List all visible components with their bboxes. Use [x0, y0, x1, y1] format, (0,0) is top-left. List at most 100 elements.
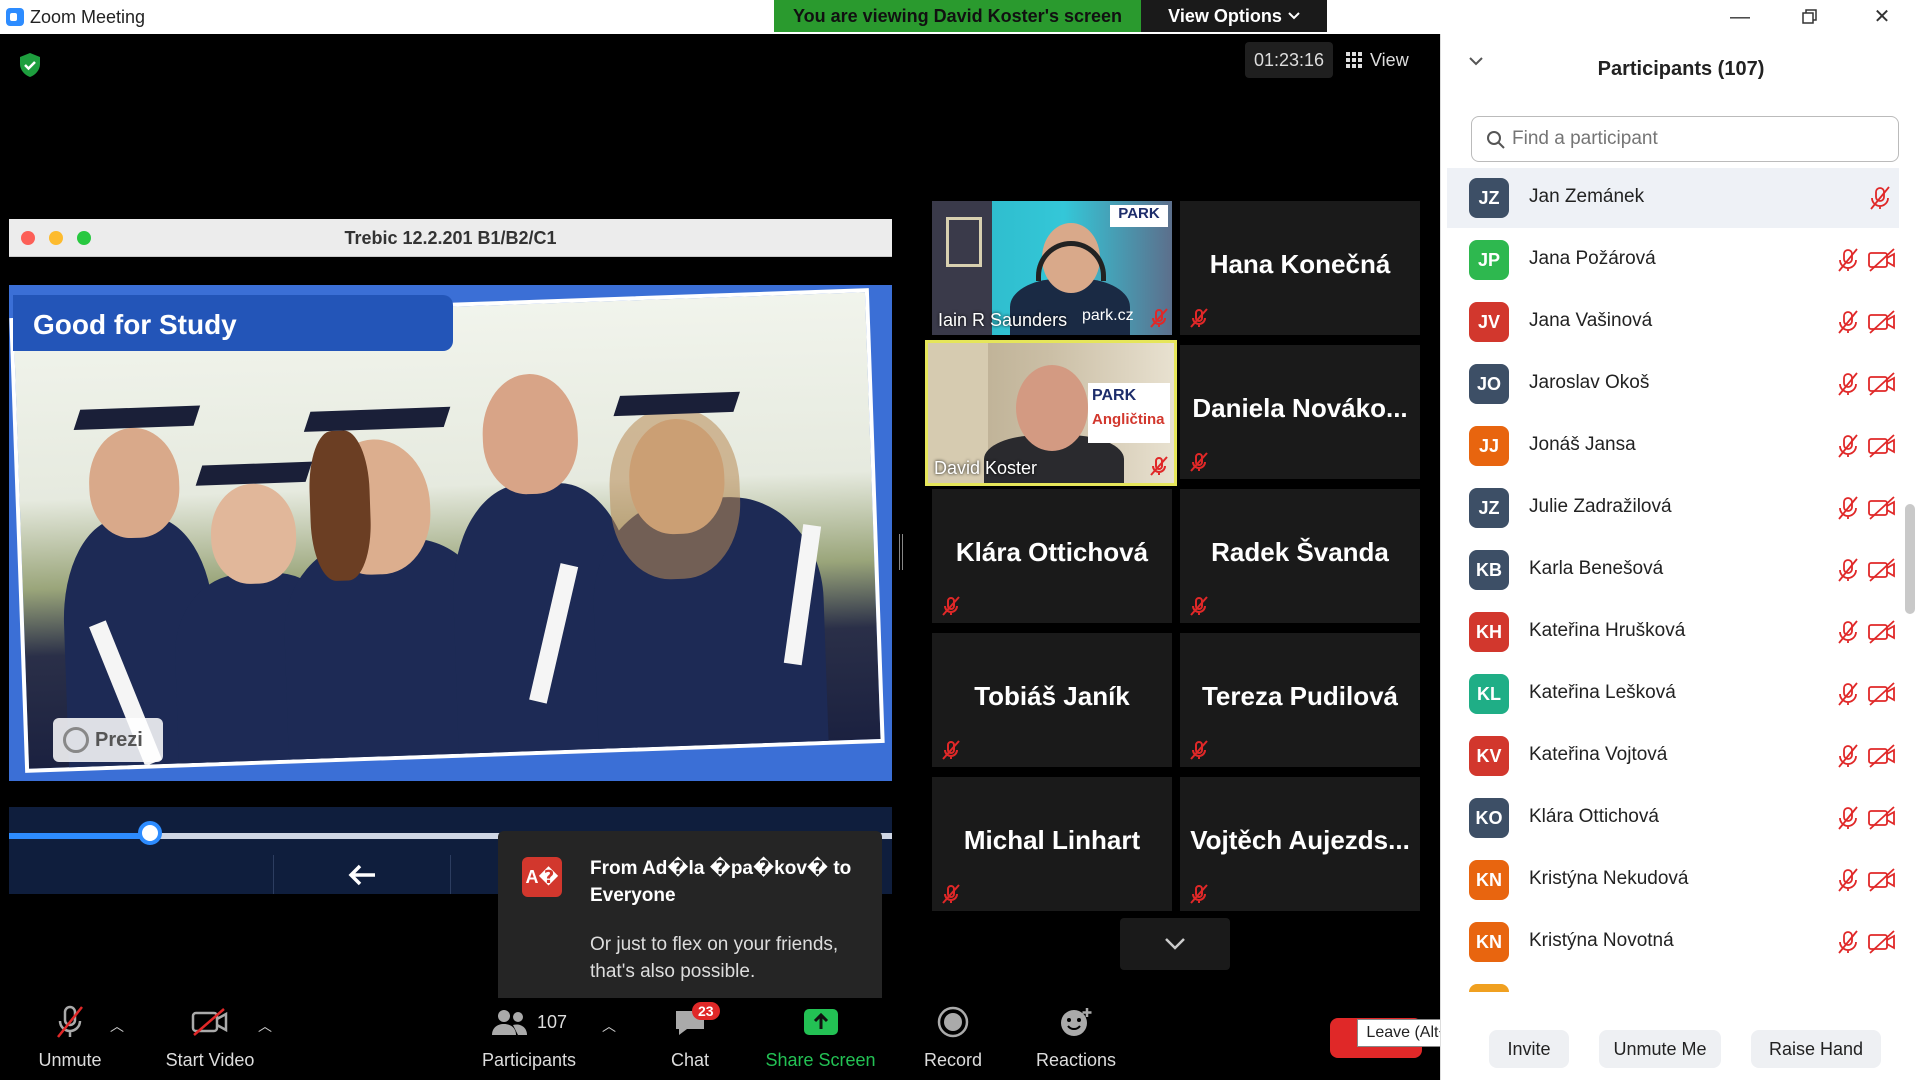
participant-tile[interactable]: Daniela Nováko... — [1180, 345, 1420, 479]
arrow-left-icon — [348, 864, 375, 885]
participant-name: Kristýna Novotná — [1529, 930, 1674, 951]
unmute-button[interactable]: Unmute — [30, 998, 110, 1080]
participant-row[interactable]: KL Kateřina Lešková — [1447, 664, 1899, 724]
participant-row[interactable]: KN Kristýna Novotná — [1447, 912, 1899, 972]
participant-name: Jana Požárová — [1529, 248, 1656, 269]
video-off-icon[interactable] — [1867, 806, 1897, 830]
video-off-icon[interactable] — [1867, 868, 1897, 892]
participant-row[interactable]: JJ Jonáš Jansa — [1447, 416, 1899, 476]
muted-mic-icon[interactable] — [1835, 247, 1861, 273]
participant-row[interactable]: KB Karla Benešová — [1447, 540, 1899, 600]
minimize-icon[interactable]: — — [1720, 4, 1760, 30]
participant-row[interactable]: JV Jana Vašinová — [1447, 292, 1899, 352]
participants-button[interactable]: 107 Participants — [474, 998, 584, 1080]
shared-screen: Trebic 12.2.201 B1/B2/C1 Good for Study … — [9, 219, 892, 894]
muted-mic-icon — [1190, 308, 1208, 328]
muted-mic-icon[interactable] — [1867, 185, 1893, 211]
video-off-icon[interactable] — [1867, 744, 1897, 768]
participants-label: Participants — [481, 1050, 577, 1070]
view-options-button[interactable]: View Options — [1141, 0, 1327, 32]
prezi-logo-icon — [63, 727, 89, 753]
video-off-icon[interactable] — [1867, 310, 1897, 334]
muted-mic-icon[interactable] — [1835, 805, 1861, 831]
participant-search-box[interactable] — [1471, 116, 1899, 162]
progress-knob[interactable] — [138, 821, 163, 845]
participant-row[interactable]: JZ Jan Zemánek — [1447, 168, 1899, 228]
participants-panel: Participants (107) JZ Jan Zemánek JP Jana P… — [1440, 34, 1920, 1080]
participant-row[interactable]: JP Jana Požárová — [1447, 230, 1899, 290]
muted-mic-icon[interactable] — [1835, 309, 1861, 335]
video-off-icon[interactable] — [1867, 682, 1897, 706]
video-tile-iain[interactable]: PARK park.cz Iain R Saunders — [932, 201, 1172, 335]
participant-row[interactable]: KH Kateřina Hrušková — [1447, 602, 1899, 662]
security-shield-icon[interactable] — [18, 52, 42, 78]
view-button[interactable]: View — [1346, 42, 1409, 78]
gallery-next-page-button[interactable] — [1120, 918, 1230, 970]
video-off-icon[interactable] — [1867, 930, 1897, 954]
video-off-icon[interactable] — [1867, 372, 1897, 396]
participant-tile[interactable]: Hana Konečná — [1180, 201, 1420, 335]
participant-row[interactable]: KN Kristýna Nekudová — [1447, 850, 1899, 910]
unmute-me-button[interactable]: Unmute Me — [1599, 1030, 1721, 1068]
raise-hand-button[interactable]: Raise Hand — [1751, 1030, 1881, 1068]
participant-tile[interactable]: Vojtěch Aujezds... — [1180, 777, 1420, 911]
chat-unread-badge: 23 — [692, 1002, 720, 1020]
window-title: Zoom Meeting — [30, 7, 146, 27]
unmute-label: Unmute — [38, 1050, 102, 1070]
previous-slide-button[interactable] — [273, 855, 451, 894]
video-off-icon[interactable] — [1867, 558, 1897, 582]
muted-mic-icon[interactable] — [1835, 681, 1861, 707]
start-video-button[interactable]: Start Video — [155, 998, 265, 1080]
muted-mic-icon[interactable] — [1835, 929, 1861, 955]
participant-tile[interactable]: Klára Ottichová — [932, 489, 1172, 623]
prezi-badge[interactable]: Prezi — [53, 718, 163, 762]
participant-row[interactable]: JO Jaroslav Okoš — [1447, 354, 1899, 414]
invite-button[interactable]: Invite — [1489, 1030, 1569, 1068]
participant-row[interactable]: JZ Julie Zadražilová — [1447, 478, 1899, 538]
participant-name: Jonáš Jansa — [1529, 434, 1636, 455]
participants-options-caret-icon[interactable]: ︿ — [602, 1016, 616, 1036]
participant-name: Klára Ottichová — [1529, 806, 1659, 827]
participant-row[interactable]: KV Kateřina Vojtová — [1447, 726, 1899, 786]
video-options-caret-icon[interactable]: ︿ — [258, 1016, 272, 1036]
participant-tile[interactable]: Radek Švanda — [1180, 489, 1420, 623]
muted-mic-icon[interactable] — [1835, 743, 1861, 769]
video-off-icon[interactable] — [1867, 434, 1897, 458]
split-divider-handle[interactable] — [899, 534, 903, 570]
video-off-icon[interactable] — [1867, 496, 1897, 520]
participant-tile[interactable]: Michal Linhart — [932, 777, 1172, 911]
muted-mic-icon[interactable] — [1835, 619, 1861, 645]
muted-mic-icon[interactable] — [1835, 495, 1861, 521]
muted-mic-icon — [1190, 596, 1208, 616]
participants-list: JZ Jan Zemánek JP Jana Požárová JV Jana Vašin… — [1441, 168, 1901, 992]
title-bar: Zoom Meeting You are viewing David Koste… — [0, 0, 1920, 34]
search-icon — [1487, 131, 1505, 149]
shared-window-titlebar: Trebic 12.2.201 B1/B2/C1 — [9, 219, 892, 257]
chat-notification-popup[interactable]: A� From Ad�la �pa�kov� to Everyone Or ju… — [498, 831, 882, 1019]
participant-name: Vojtěch Aujezds... — [1190, 825, 1410, 855]
chat-message-text: Or just to flex on your friends, that's … — [590, 934, 839, 982]
participant-row[interactable]: KO Klára Ottichová — [1447, 788, 1899, 848]
video-tile-david-active-speaker[interactable]: PARK Angličtina David Koster — [925, 340, 1177, 486]
muted-mic-icon[interactable] — [1835, 433, 1861, 459]
muted-mic-icon — [1190, 884, 1208, 904]
participant-search-input[interactable] — [1512, 125, 1882, 153]
close-icon[interactable]: ✕ — [1862, 4, 1902, 30]
participant-avatar: KN — [1469, 922, 1509, 962]
participant-tile[interactable]: Tereza Pudilová — [1180, 633, 1420, 767]
muted-mic-icon[interactable] — [1835, 867, 1861, 893]
record-button[interactable]: Record — [908, 998, 998, 1080]
muted-mic-icon[interactable] — [1835, 371, 1861, 397]
participant-tile[interactable]: Tobiáš Janík — [932, 633, 1172, 767]
reactions-button[interactable]: Reactions — [1026, 998, 1126, 1080]
participant-name: Julie Zadražilová — [1529, 496, 1672, 517]
muted-mic-icon[interactable] — [1835, 991, 1861, 992]
video-off-icon[interactable] — [1867, 248, 1897, 272]
muted-mic-icon[interactable] — [1835, 557, 1861, 583]
participants-scrollbar[interactable] — [1905, 504, 1915, 614]
audio-options-caret-icon[interactable]: ︿ — [110, 1016, 124, 1036]
video-off-icon[interactable] — [1867, 620, 1897, 644]
restore-icon[interactable] — [1790, 4, 1830, 30]
share-screen-button[interactable]: Share Screen — [758, 998, 883, 1080]
participant-row[interactable] — [1447, 974, 1899, 992]
